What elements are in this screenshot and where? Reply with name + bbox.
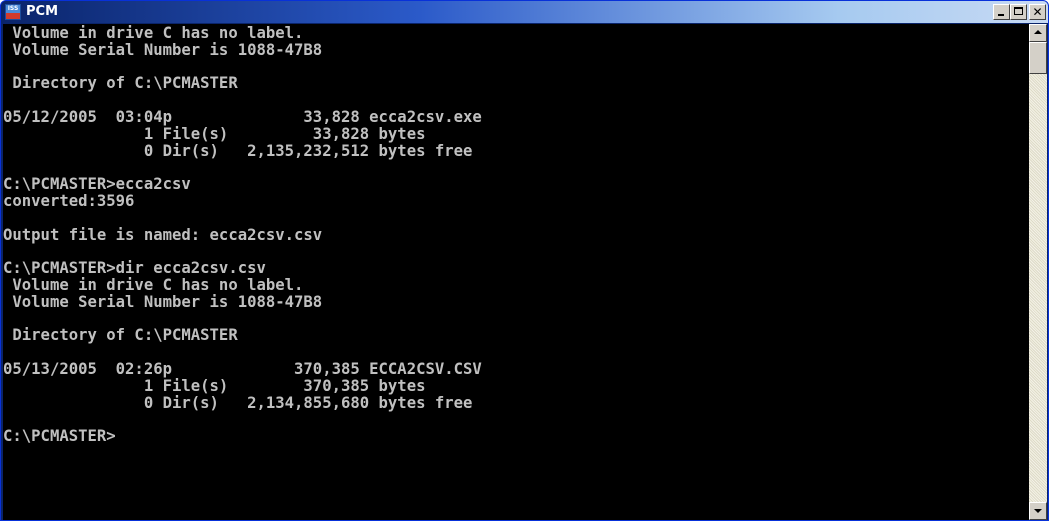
console-line: 0 Dir(s) 2,134,855,680 bytes free bbox=[3, 393, 473, 412]
scroll-thumb[interactable] bbox=[1029, 42, 1047, 74]
console-window: ISS PCM ✕ Volume in drive C has no label… bbox=[0, 0, 1049, 521]
arrow-down-icon bbox=[1034, 509, 1042, 513]
minimize-icon bbox=[998, 14, 1004, 16]
console-line: Directory of C:\PCMASTER bbox=[3, 74, 238, 93]
console-line: 05/13/2005 02:26p 370,385 ECCA2CSV.CSV bbox=[3, 359, 482, 378]
maximize-button[interactable] bbox=[1010, 4, 1027, 20]
console-line: 1 File(s) 370,385 bytes bbox=[3, 376, 426, 395]
console-lines: Volume in drive C has no label. Volume S… bbox=[3, 25, 482, 445]
close-button[interactable]: ✕ bbox=[1029, 4, 1046, 20]
title-bar[interactable]: ISS PCM ✕ bbox=[1, 1, 1048, 23]
console-line: C:\PCMASTER> bbox=[3, 427, 116, 446]
console-line: C:\PCMASTER>ecca2csv bbox=[3, 175, 191, 194]
console-line: converted:3596 bbox=[3, 191, 135, 210]
vertical-scrollbar[interactable] bbox=[1029, 24, 1047, 520]
console-line: 05/12/2005 03:04p 33,828 ecca2csv.exe bbox=[3, 107, 482, 126]
console-line: C:\PCMASTER>dir ecca2csv.csv bbox=[3, 259, 266, 278]
console-line: Directory of C:\PCMASTER bbox=[3, 326, 238, 345]
minimize-button[interactable] bbox=[993, 4, 1010, 20]
caption-buttons: ✕ bbox=[993, 4, 1046, 20]
console-line: Volume in drive C has no label. bbox=[3, 275, 304, 294]
console-line: 1 File(s) 33,828 bytes bbox=[3, 124, 426, 143]
close-icon: ✕ bbox=[1032, 5, 1043, 19]
app-icon-text: ISS bbox=[7, 5, 19, 12]
console-line: Volume in drive C has no label. bbox=[3, 24, 304, 42]
console-line: Volume Serial Number is 1088-47B8 bbox=[3, 40, 323, 59]
console-line: 0 Dir(s) 2,135,232,512 bytes free bbox=[3, 141, 473, 160]
console-line: Output file is named: ecca2csv.csv bbox=[3, 225, 323, 244]
app-icon-band bbox=[6, 13, 20, 19]
window-title: PCM bbox=[26, 4, 59, 19]
scroll-up-button[interactable] bbox=[1029, 24, 1047, 42]
scroll-down-button[interactable] bbox=[1029, 502, 1047, 520]
maximize-icon bbox=[1014, 7, 1023, 15]
console-output[interactable]: Volume in drive C has no label. Volume S… bbox=[3, 24, 1029, 520]
arrow-up-icon bbox=[1034, 30, 1042, 34]
iss-app-icon[interactable]: ISS bbox=[5, 4, 21, 20]
console-line: Volume Serial Number is 1088-47B8 bbox=[3, 292, 323, 311]
